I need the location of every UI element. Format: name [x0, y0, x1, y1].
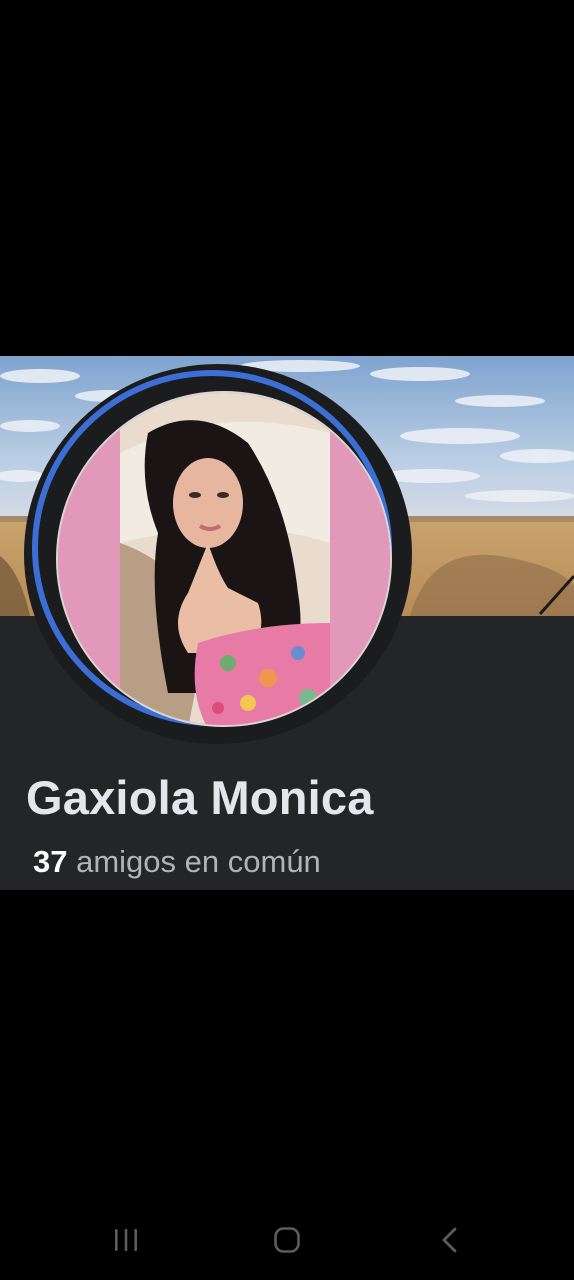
- mutual-friends[interactable]: 37 amigos en común: [33, 844, 321, 880]
- profile-name[interactable]: Gaxiola Monica: [26, 770, 374, 825]
- system-navigation-bar: [0, 1212, 574, 1272]
- recents-button[interactable]: [104, 1220, 148, 1264]
- mutual-friends-label: amigos en común: [76, 844, 321, 879]
- back-icon: [439, 1226, 459, 1259]
- profile-card[interactable]: Gaxiola Monica 37 amigos en común: [0, 356, 574, 890]
- mutual-friends-count: 37: [33, 844, 68, 879]
- back-button[interactable]: [427, 1220, 471, 1264]
- profile-photo: [56, 391, 392, 727]
- home-button[interactable]: [265, 1220, 309, 1264]
- home-icon: [273, 1226, 301, 1259]
- avatar[interactable]: [24, 364, 412, 744]
- recents-icon: [112, 1227, 140, 1258]
- story-ring: [32, 370, 392, 727]
